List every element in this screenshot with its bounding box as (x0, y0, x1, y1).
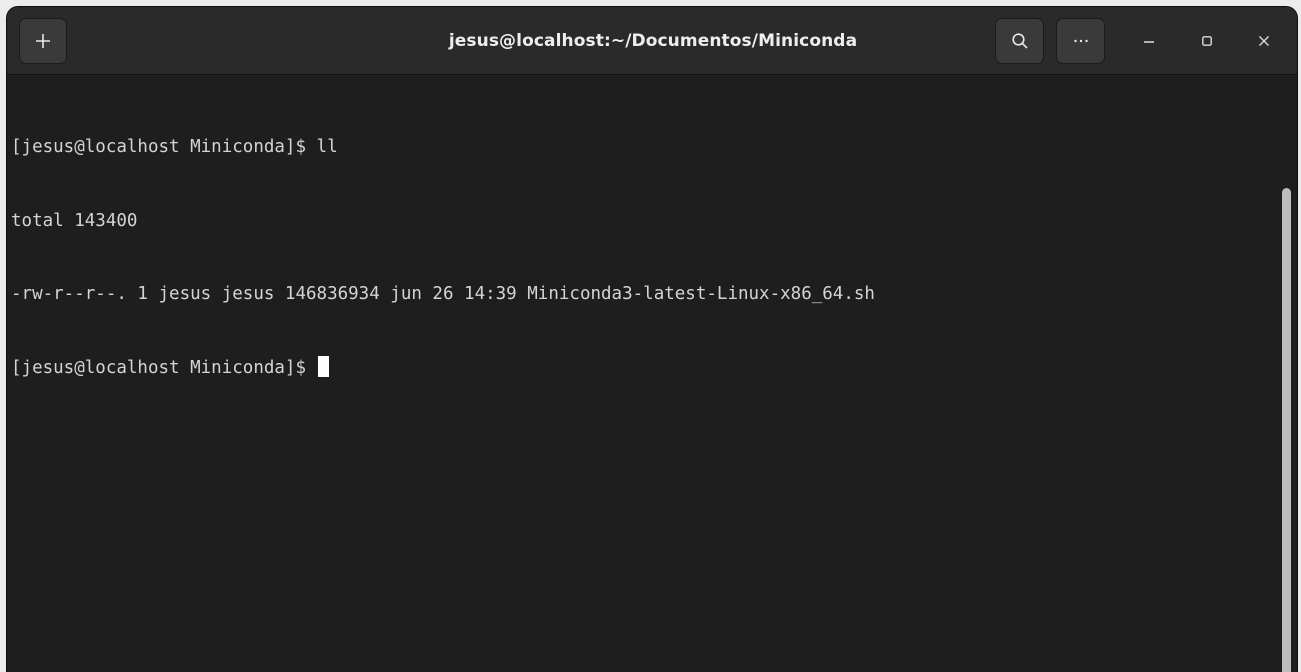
minimize-icon (1144, 41, 1154, 43)
maximize-button[interactable] (1193, 27, 1221, 55)
terminal-line: -rw-r--r--. 1 jesus jesus 146836934 jun … (11, 284, 875, 304)
terminal-window: jesus@localhost:~/Documentos/Miniconda [… (6, 6, 1298, 672)
maximize-icon (1202, 36, 1212, 46)
scrollbar[interactable] (1277, 76, 1297, 672)
window-title: jesus@localhost:~/Documentos/Miniconda (448, 31, 858, 51)
search-button[interactable] (995, 18, 1044, 64)
terminal-prompt-line: [jesus@localhost Miniconda]$ (11, 355, 1279, 381)
new-tab-button[interactable] (19, 18, 67, 64)
headerbar: jesus@localhost:~/Documentos/Miniconda (7, 7, 1297, 75)
search-icon (1011, 33, 1028, 49)
terminal-output[interactable]: [jesus@localhost Miniconda]$ ll total 14… (7, 76, 1279, 672)
terminal-line: [jesus@localhost Miniconda]$ ll (11, 137, 338, 157)
close-button[interactable] (1250, 27, 1278, 55)
minimize-button[interactable] (1135, 27, 1163, 55)
menu-button[interactable] (1056, 18, 1105, 64)
more-horizontal-icon (1073, 39, 1088, 43)
terminal-prompt: [jesus@localhost Miniconda]$ (11, 357, 317, 378)
terminal-line: total 143400 (11, 210, 138, 231)
scrollbar-thumb[interactable] (1282, 188, 1291, 672)
text-cursor (317, 355, 329, 377)
plus-icon (36, 34, 50, 48)
close-icon (1259, 36, 1269, 46)
